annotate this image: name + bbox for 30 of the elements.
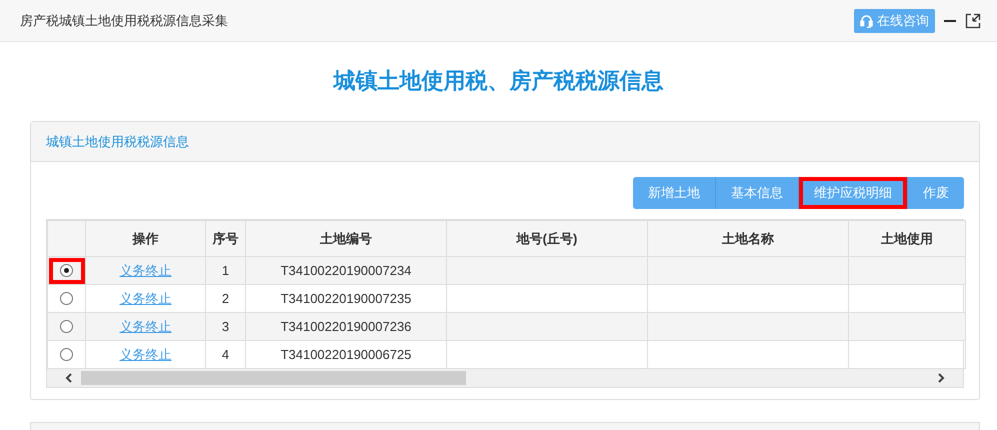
- column-header: 地号(丘号): [516, 230, 578, 246]
- table-cell: T34100220190007235: [280, 290, 412, 306]
- column-header: 序号: [212, 230, 238, 246]
- online-consult-button[interactable]: 在线咨询: [854, 8, 935, 32]
- table-cell: 4: [222, 346, 230, 362]
- column-header: 土地编号: [320, 230, 372, 246]
- table-cell: 3: [222, 318, 230, 334]
- radio-button[interactable]: [60, 292, 73, 305]
- toolbar-button[interactable]: 新增土地: [633, 177, 716, 209]
- radio-button[interactable]: [60, 348, 73, 361]
- table-cell: T34100220190006725: [280, 346, 412, 362]
- table-cell: T34100220190007236: [280, 318, 412, 334]
- toolbar-button[interactable]: 作废: [908, 177, 964, 209]
- column-header: 土地使用: [881, 230, 933, 246]
- radio-button[interactable]: [60, 264, 73, 277]
- horizontal-scrollbar[interactable]: [47, 369, 963, 387]
- scrollbar-thumb[interactable]: [81, 371, 466, 385]
- panel-title: 城镇土地使用税税源信息: [46, 132, 189, 151]
- column-header: 土地名称: [722, 230, 774, 246]
- maximize-icon[interactable]: [965, 12, 981, 28]
- window-title: 房产税城镇土地使用税税源信息采集: [20, 12, 228, 30]
- column-header: 操作: [132, 230, 158, 246]
- radio-button[interactable]: [60, 320, 73, 333]
- toolbar-button[interactable]: 维护应税明细: [799, 177, 908, 209]
- page-title: 城镇土地使用税、房产税税源信息: [332, 67, 664, 95]
- toolbar-button[interactable]: 基本信息: [716, 177, 799, 209]
- table-cell: T34100220190007234: [280, 262, 412, 278]
- headset-icon: [860, 14, 873, 28]
- table-cell: 1: [222, 262, 230, 278]
- table-cell: 2: [222, 290, 230, 306]
